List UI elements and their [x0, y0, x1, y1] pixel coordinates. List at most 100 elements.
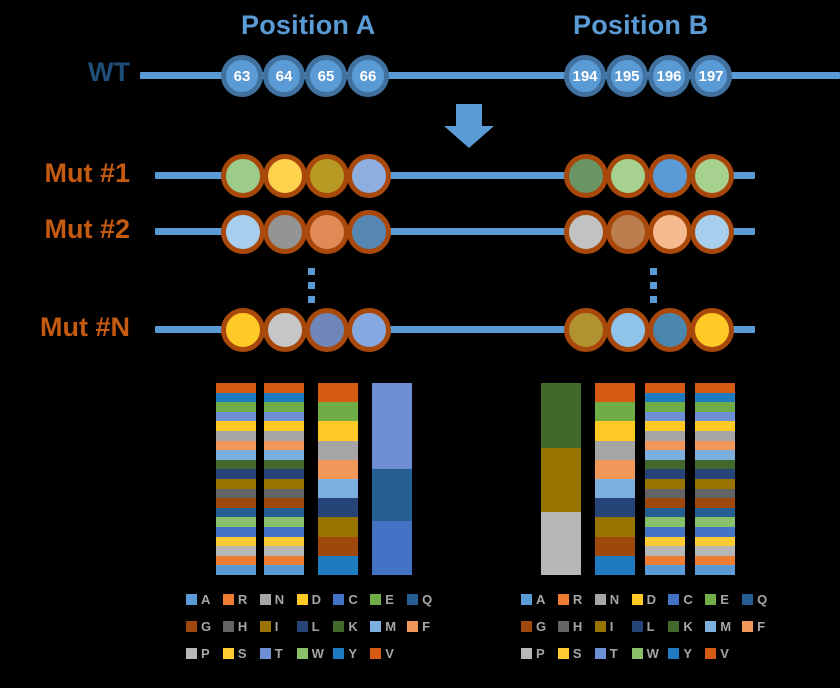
- bar-segment-L: [695, 469, 735, 479]
- legend-item-E: E: [370, 592, 407, 607]
- legend-item-M: M: [370, 619, 407, 634]
- bar-segment-V: [695, 383, 735, 393]
- mutant-residue-mutN-B-I: [564, 308, 608, 352]
- legend-swatch-P: [521, 648, 532, 659]
- bar-segment-N: [264, 430, 304, 441]
- bar-segment-S: [264, 536, 304, 547]
- legend-swatch-D: [296, 594, 308, 605]
- residue-number: 195: [614, 67, 640, 85]
- wt-residue-65: 65: [305, 55, 347, 97]
- bar-segment-G: [695, 498, 735, 508]
- bar-segment-W: [695, 517, 735, 527]
- bar-segment-H: [264, 488, 304, 499]
- row-label-mut1: Mut #1: [44, 158, 130, 188]
- bar-segment-P: [541, 511, 581, 575]
- bar-segment-N: [216, 430, 256, 441]
- bar-segment-V: [645, 383, 685, 393]
- bar-segment-Y: [318, 555, 358, 575]
- bar-segment-Y: [216, 392, 256, 403]
- row-label-wt: WT: [88, 57, 130, 87]
- legend-item-F: F: [742, 619, 779, 634]
- legend-swatch-G: [186, 621, 197, 632]
- legend-label-E: E: [385, 592, 394, 607]
- mutant-residue-mut2-B-A: [690, 210, 734, 254]
- legend-label-K: K: [348, 619, 358, 634]
- wt-residue-195: 195: [606, 55, 648, 97]
- legend-label-Q: Q: [757, 592, 768, 607]
- legend-swatch-A: [521, 594, 532, 605]
- bar-segment-M: [216, 450, 256, 460]
- bar-segment-Y: [645, 392, 685, 403]
- stacked-bar-residue-66: [372, 383, 412, 575]
- legend-item-R: R: [222, 592, 260, 607]
- bar-segment-W: [264, 517, 304, 527]
- residue-number: 64: [275, 67, 293, 85]
- legend-item-P: P: [186, 646, 223, 661]
- legend-item-I: I: [259, 619, 297, 634]
- bar-segment-L: [264, 469, 304, 479]
- bar-segment-D: [695, 421, 735, 431]
- legend-swatch-R: [222, 594, 234, 605]
- legend-label-Y: Y: [683, 646, 693, 661]
- bar-segment-D: [318, 421, 358, 441]
- mutant-residue-mutN-A-D: [221, 308, 265, 352]
- wt-residue-196: 196: [648, 55, 690, 97]
- legend-swatch-L: [631, 621, 643, 632]
- bar-segment-T: [695, 411, 735, 422]
- legend-swatch-V: [705, 648, 717, 659]
- bar-segment-N: [595, 440, 635, 460]
- bar-segment-Y: [695, 392, 735, 403]
- bar-segment-P: [645, 546, 685, 556]
- legend-swatch-V: [370, 648, 382, 659]
- legend-label-A: A: [536, 592, 546, 607]
- bar-segment-L: [645, 469, 685, 479]
- down-arrow-icon: [444, 104, 494, 148]
- bar-segment-M: [264, 450, 304, 460]
- mutant-residue-mut2-A-Q: [347, 210, 391, 254]
- bar-segment-V: [318, 383, 358, 403]
- bar-segment-C: [264, 526, 304, 537]
- legend-label-M: M: [720, 619, 732, 634]
- bar-segment-I: [695, 478, 735, 489]
- bar-segment-H: [645, 488, 685, 499]
- residue-number: 65: [317, 67, 335, 85]
- bar-segment-Q: [264, 507, 304, 518]
- legend-item-K: K: [668, 619, 705, 634]
- wt-residue-64: 64: [263, 55, 305, 97]
- legend-item-Q: Q: [407, 592, 444, 607]
- bar-segment-K: [216, 459, 256, 470]
- legend-item-F: F: [407, 619, 444, 634]
- bar-segment-M: [595, 478, 635, 499]
- bar-segment-N: [318, 440, 358, 460]
- mutant-residue-mut2-B-P: [564, 210, 608, 254]
- bar-segment-D: [645, 421, 685, 431]
- legend-swatch-S: [222, 648, 234, 659]
- legend-item-G: G: [186, 619, 223, 634]
- residue-number: 194: [572, 67, 598, 85]
- legend-label-R: R: [237, 592, 248, 607]
- bar-segment-K: [541, 383, 581, 449]
- wt-residue-63: 63: [221, 55, 263, 97]
- legend-swatch-I: [594, 621, 606, 632]
- bar-segment-E: [318, 402, 358, 422]
- bar-segment-A: [264, 565, 304, 575]
- row-label-mut2: Mut #2: [44, 214, 130, 244]
- legend-label-G: G: [536, 619, 547, 634]
- legend-item-N: N: [259, 592, 297, 607]
- legend-swatch-H: [222, 621, 234, 632]
- legend-swatch-M: [370, 621, 382, 632]
- legend-item-N: N: [594, 592, 632, 607]
- legend-swatch-K: [668, 621, 680, 632]
- legend-label-N: N: [274, 592, 285, 607]
- bar-segment-G: [645, 498, 685, 508]
- stacked-bar-residue-65: [318, 383, 358, 575]
- legend-swatch-W: [296, 648, 308, 659]
- bar-segment-C: [216, 526, 256, 537]
- bar-segment-D: [264, 421, 304, 431]
- vertical-ellipsis-position-a: [308, 268, 315, 310]
- wt-residue-66: 66: [347, 55, 389, 97]
- mutant-residue-mut2-A-A: [221, 210, 265, 254]
- legend-position-a: A R N D C E Q G H I L K M F P S T W Y V: [186, 592, 444, 661]
- legend-label-A: A: [201, 592, 211, 607]
- legend-item-D: D: [631, 592, 669, 607]
